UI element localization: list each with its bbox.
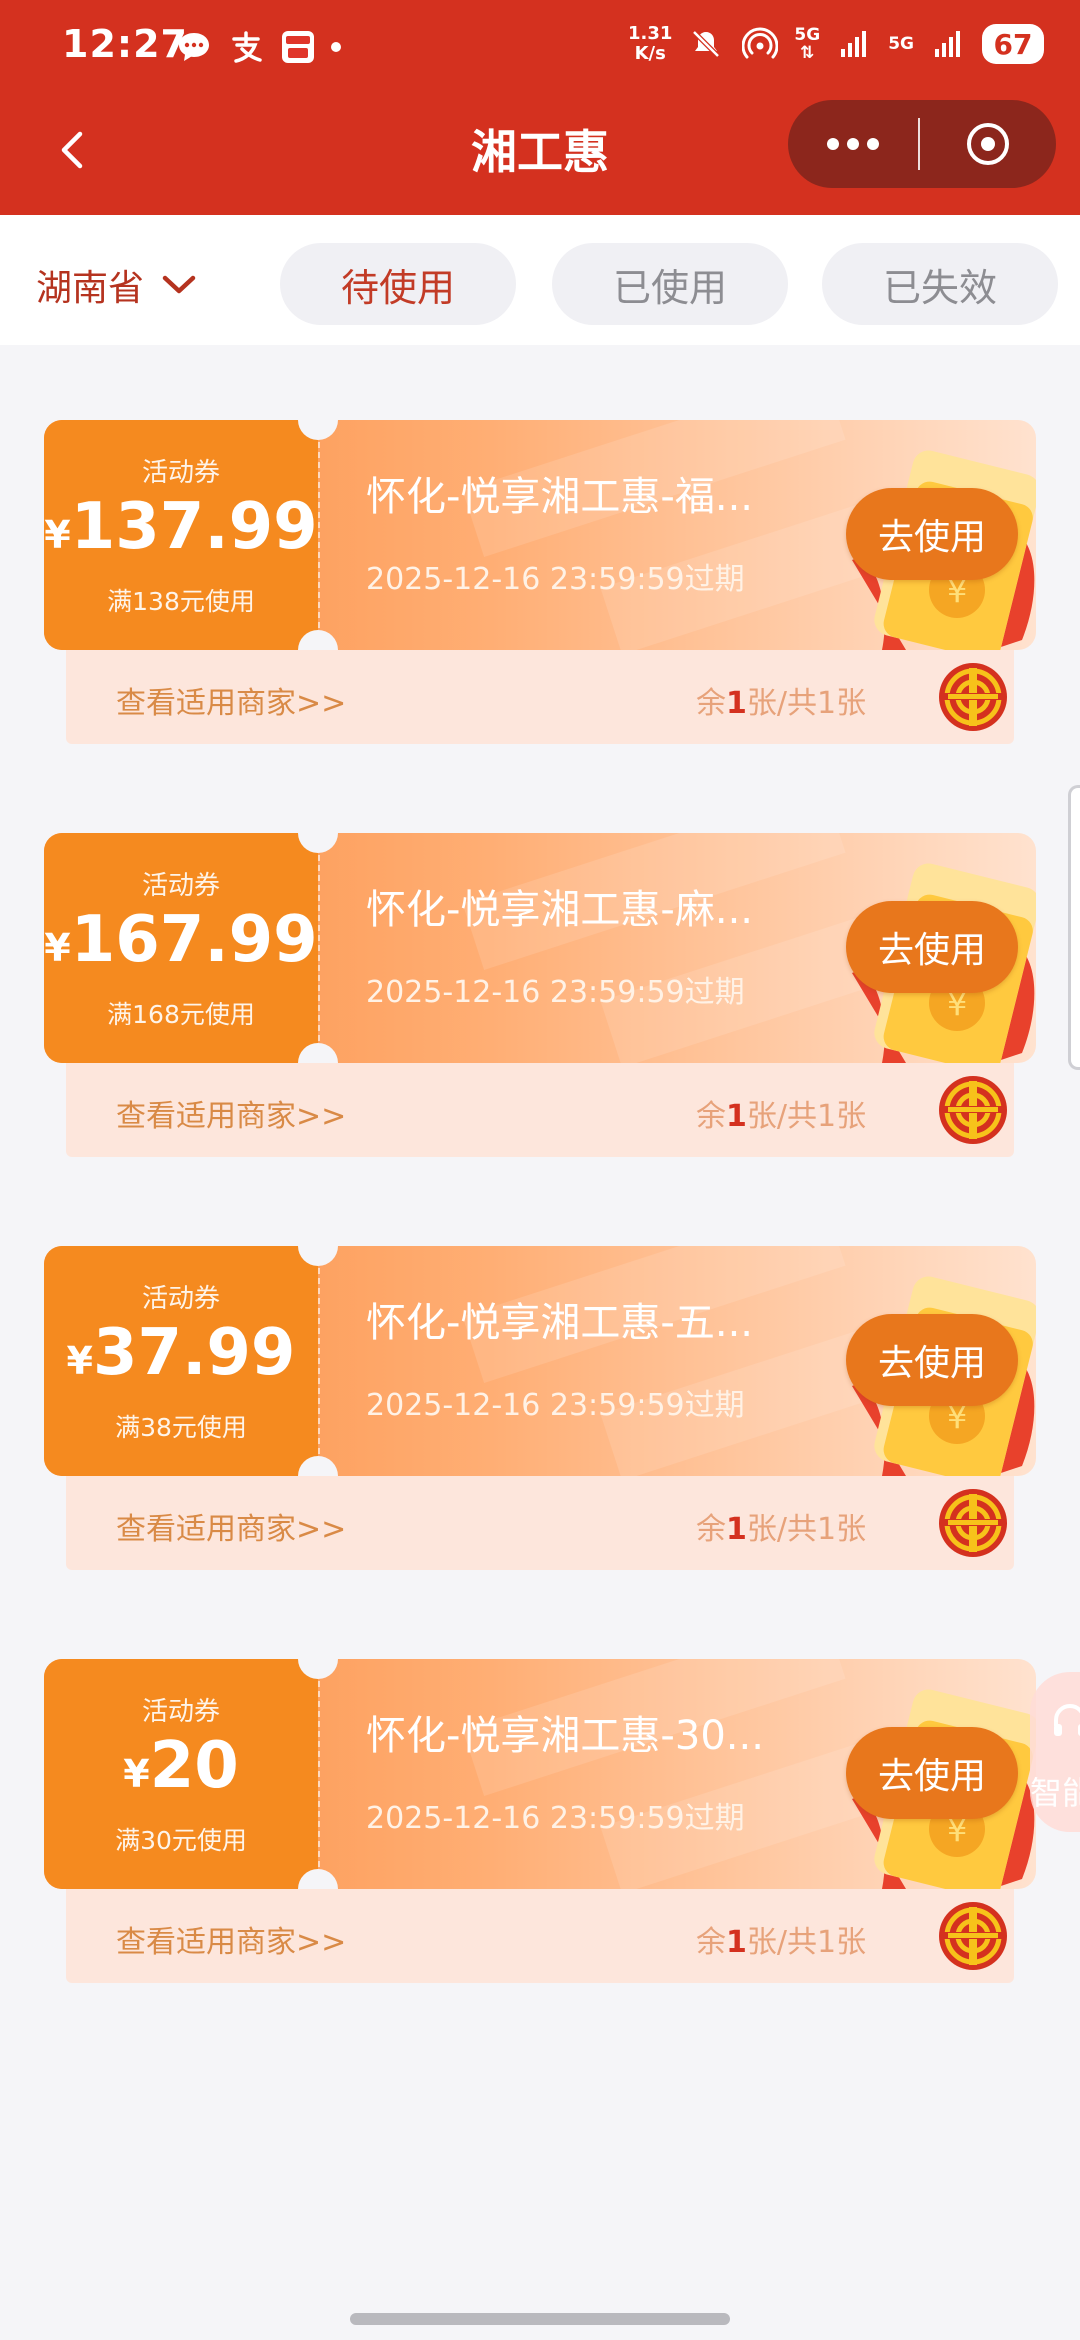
smart-assistant-button[interactable]: 智能 (1030, 1672, 1080, 1832)
tab-pending[interactable]: 待使用 (280, 243, 516, 325)
view-merchants-link[interactable]: 查看适用商家>> (116, 1091, 346, 1135)
coupon-title: 怀化-悦享湘工惠-福... (366, 474, 754, 520)
perforation-line (318, 855, 320, 1041)
use-coupon-button[interactable]: 去使用 (846, 1314, 1018, 1406)
status-time: 12:27 (62, 22, 188, 66)
coupon-footer: 查看适用商家>> 余1张/共1张 (66, 1476, 1014, 1570)
trade-union-logo-icon (939, 1902, 1007, 1970)
coupon-value-panel: 活动券 ¥20 满30元使用 (44, 1659, 318, 1889)
app-notification-icon (279, 28, 317, 66)
filter-bar: 湖南省 待使用 已使用 已失效 (0, 215, 1080, 345)
status-left-icons (175, 28, 341, 66)
notification-dot (331, 42, 341, 52)
assistant-label: 智能 (1030, 1774, 1080, 1812)
coupon-amount: ¥37.99 (66, 1316, 296, 1390)
perforation-line (318, 442, 320, 628)
trade-union-logo-icon (939, 1489, 1007, 1557)
coupon-expiry: 2025-12-16 23:59:59过期 (366, 975, 745, 1010)
coupon-title: 怀化-悦享湘工惠-麻... (366, 887, 754, 933)
signal-5g-label-1: 5G ⇅ (794, 25, 821, 63)
coupon-condition: 满38元使用 (115, 1413, 247, 1442)
use-coupon-button[interactable]: 去使用 (846, 488, 1018, 580)
signal-icon (834, 24, 874, 64)
close-circle-icon (967, 123, 1009, 165)
coupon-value-panel: 活动券 ¥137.99 满138元使用 (44, 420, 318, 650)
remaining-count: 余1张/共1张 (696, 1099, 867, 1134)
coupon-body: 活动券 ¥20 满30元使用 怀化-悦享湘工惠-30... 2025-12-16… (44, 1659, 1036, 1889)
coupon-expiry: 2025-12-16 23:59:59过期 (366, 1801, 745, 1836)
remaining-count: 余1张/共1张 (696, 1512, 867, 1547)
coupon-value-panel: 活动券 ¥37.99 满38元使用 (44, 1246, 318, 1476)
coupon-footer: 查看适用商家>> 余1张/共1张 (66, 1063, 1014, 1157)
coupon-expiry: 2025-12-16 23:59:59过期 (366, 1388, 745, 1423)
coupon-body: 活动券 ¥167.99 满168元使用 怀化-悦享湘工惠-麻... 2025-1… (44, 833, 1036, 1063)
more-button[interactable] (788, 100, 918, 188)
status-right-icons: 1.31 K/s 5G ⇅ 5G 67 (628, 24, 1044, 64)
coupon-body: 活动券 ¥37.99 满38元使用 怀化-悦享湘工惠-五... 2025-12-… (44, 1246, 1036, 1476)
miniapp-capsule (788, 100, 1056, 188)
coupon-body: 活动券 ¥137.99 满138元使用 怀化-悦享湘工惠-福... 2025-1… (44, 420, 1036, 650)
coupon-expiry: 2025-12-16 23:59:59过期 (366, 562, 745, 597)
coupon-amount: ¥20 (123, 1729, 239, 1803)
view-merchants-link[interactable]: 查看适用商家>> (116, 678, 346, 722)
more-dots-icon (827, 138, 879, 150)
use-coupon-button[interactable]: 去使用 (846, 901, 1018, 993)
alipay-icon (227, 28, 265, 66)
home-indicator[interactable] (350, 2313, 730, 2325)
coupon-amount: ¥167.99 (44, 903, 318, 977)
coupon-title: 怀化-悦享湘工惠-五... (366, 1300, 754, 1346)
chat-bubble-icon (175, 28, 213, 66)
coupon-amount: ¥137.99 (44, 490, 318, 564)
coupon-footer: 查看适用商家>> 余1张/共1张 (66, 650, 1014, 744)
side-scroll-handle[interactable] (1068, 785, 1080, 1070)
nav-bar: 湘工惠 (0, 100, 1080, 215)
coupon-condition: 满30元使用 (115, 1826, 247, 1855)
mute-icon (686, 24, 726, 64)
remaining-count: 余1张/共1张 (696, 686, 867, 721)
status-bar: 12:27 1.31 K/s 5G ⇅ 5G 67 (0, 0, 1080, 100)
tab-expired[interactable]: 已失效 (822, 243, 1058, 325)
signal-icon-2 (928, 24, 968, 64)
network-speed: 1.31 K/s (627, 23, 673, 64)
coupon-condition: 满168元使用 (107, 1000, 255, 1029)
trade-union-logo-icon (939, 1076, 1007, 1144)
headset-icon (1054, 1704, 1080, 1736)
coupon-title: 怀化-悦享湘工惠-30... (366, 1713, 764, 1759)
coupon-type-label: 活动券 (141, 1284, 220, 1314)
app-header: 12:27 1.31 K/s 5G ⇅ 5G 67 湘工惠 (0, 0, 1080, 215)
province-label: 湖南省 (36, 268, 145, 309)
chevron-down-icon (162, 275, 196, 294)
view-merchants-link[interactable]: 查看适用商家>> (116, 1504, 346, 1548)
view-merchants-link[interactable]: 查看适用商家>> (116, 1917, 346, 1961)
signal-5g-label-2: 5G (888, 34, 914, 54)
coupon-value-panel: 活动券 ¥167.99 满168元使用 (44, 833, 318, 1063)
coupon-type-label: 活动券 (141, 458, 220, 488)
perforation-line (318, 1268, 320, 1454)
tab-used[interactable]: 已使用 (552, 243, 788, 325)
coupon-type-label: 活动券 (141, 1697, 220, 1727)
trade-union-logo-icon (939, 663, 1007, 731)
province-selector[interactable]: 湖南省 (36, 259, 196, 311)
close-button[interactable] (920, 100, 1056, 188)
coupon-footer: 查看适用商家>> 余1张/共1张 (66, 1889, 1014, 1983)
remaining-count: 余1张/共1张 (696, 1925, 867, 1960)
perforation-line (318, 1681, 320, 1867)
battery-icon: 67 (982, 24, 1044, 64)
hotspot-icon (740, 24, 780, 64)
coupon-type-label: 活动券 (141, 871, 220, 901)
coupon-condition: 满138元使用 (107, 587, 255, 616)
use-coupon-button[interactable]: 去使用 (846, 1727, 1018, 1819)
